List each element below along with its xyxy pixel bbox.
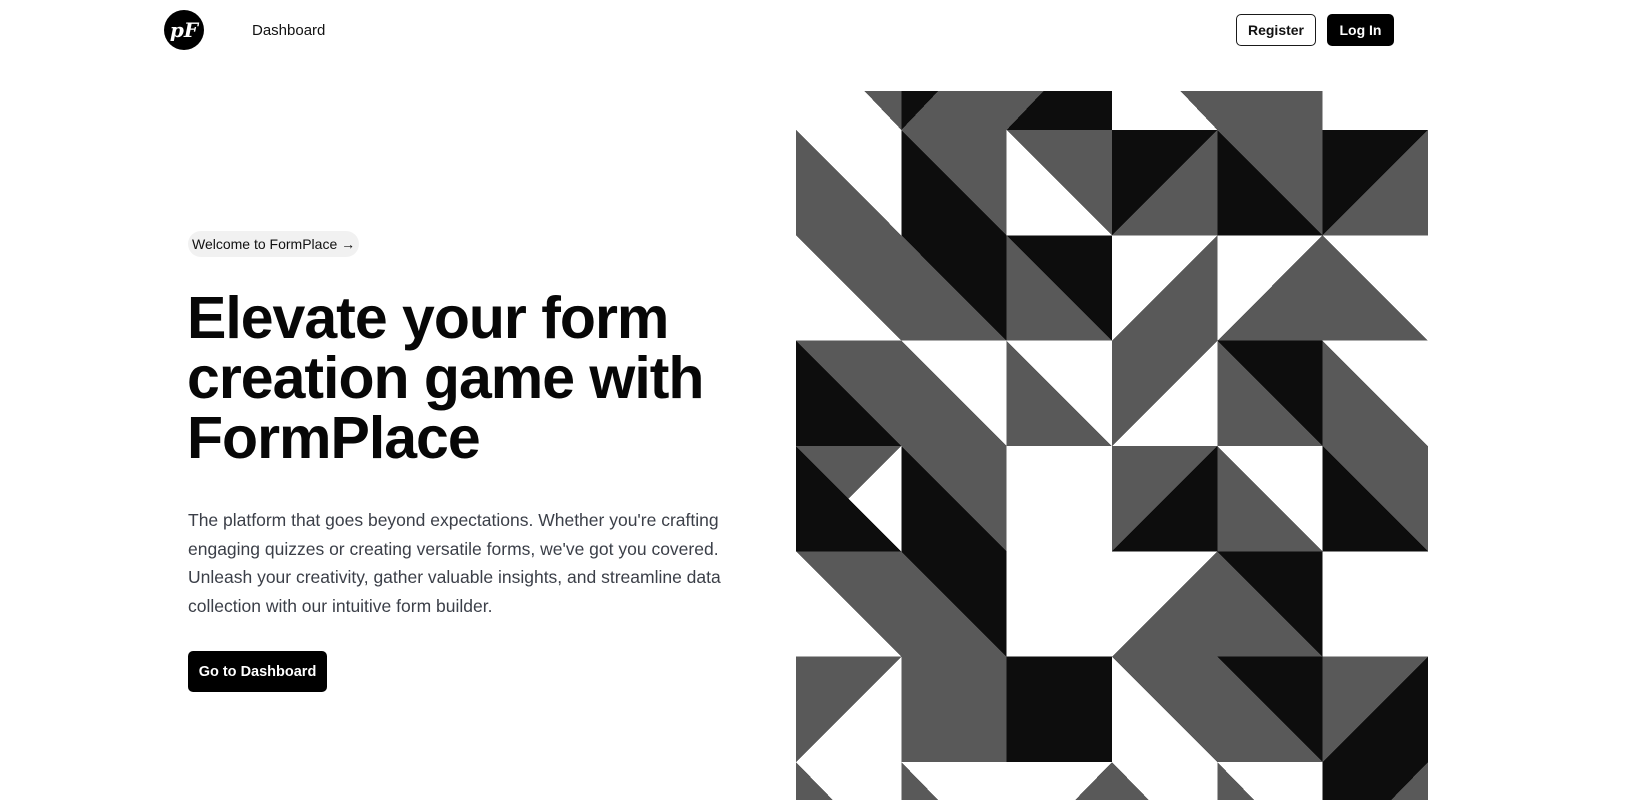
welcome-badge[interactable]: Welcome to FormPlace → xyxy=(188,231,360,257)
top-navbar: pF Dashboard Register Log In xyxy=(0,0,1626,64)
hero-description: The platform that goes beyond expectatio… xyxy=(188,510,721,616)
landing-page: pF Dashboard Register Log In Welcome to … xyxy=(0,0,1626,811)
formplace-logo[interactable]: pF xyxy=(164,10,204,50)
login-button[interactable]: Log In xyxy=(1327,14,1394,46)
register-button[interactable]: Register xyxy=(1236,14,1316,46)
geometric-pattern-image xyxy=(796,91,1428,800)
hero-title: Elevate your form creation game with For… xyxy=(187,285,704,471)
svg-text:pF: pF xyxy=(170,18,200,42)
go-to-dashboard-button[interactable]: Go to Dashboard xyxy=(188,651,327,692)
logo-mark-icon: pF xyxy=(170,18,200,42)
nav-link-dashboard[interactable]: Dashboard xyxy=(252,22,325,39)
